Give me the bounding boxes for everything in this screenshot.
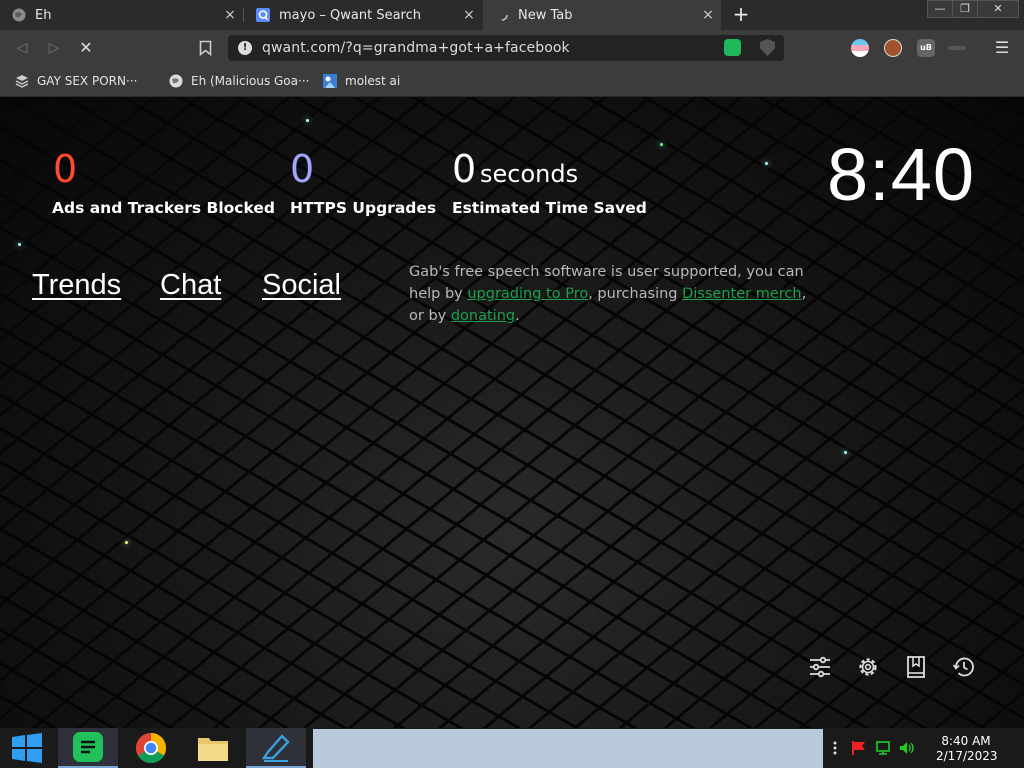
ads-blocked-count: 0 — [53, 147, 78, 191]
tab-close-button[interactable]: × — [221, 7, 239, 23]
minimize-button[interactable]: — — [927, 0, 953, 18]
dissenter-extension-icon[interactable] — [724, 39, 741, 56]
time-saved-unit: seconds — [480, 160, 579, 188]
chat-link[interactable]: Chat — [160, 269, 221, 302]
tab-eh[interactable]: Eh × — [0, 0, 243, 30]
bookmark-label: GAY SEX PORN··· — [37, 74, 138, 88]
ublock-icon[interactable]: uB — [917, 39, 935, 57]
gab-support-message: Gab's free speech software is user suppo… — [409, 261, 809, 327]
globe-icon — [169, 74, 183, 88]
background-sparkle — [844, 451, 847, 454]
background-sparkle — [765, 162, 768, 165]
bookmark-item[interactable]: Eh (Malicious Goa··· — [169, 66, 309, 96]
back-button[interactable]: ◁ — [12, 38, 32, 58]
flag-icon[interactable] — [851, 740, 867, 756]
chrome-icon — [135, 733, 167, 764]
info-icon[interactable]: ! — [238, 41, 252, 55]
gab-dissenter-icon — [73, 732, 103, 762]
pride-flag-extension-icon[interactable] — [851, 39, 869, 57]
background-sparkle — [306, 119, 309, 122]
background-sparkle — [125, 541, 128, 544]
url-input[interactable]: qwant.com/?q=grandma+got+a+facebook — [262, 40, 570, 56]
sliders-icon[interactable] — [807, 654, 833, 680]
time-saved-label: Estimated Time Saved — [452, 199, 647, 217]
bookmarks-bar: GAY SEX PORN··· Eh (Malicious Goa··· mol… — [0, 66, 1024, 97]
dissenter-merch-link[interactable]: Dissenter merch — [682, 286, 801, 302]
bookmark-icon[interactable] — [199, 40, 212, 56]
stop-loading-button[interactable]: ✕ — [76, 38, 96, 58]
background-sparkle — [660, 143, 663, 146]
tab-bar: Eh × mayo – Qwant Search × New Tab × + —… — [0, 0, 1024, 30]
bookmark-item[interactable]: molest ai — [323, 66, 400, 96]
clock-time: 8:40 AM — [941, 734, 991, 748]
clock: 8:40 — [827, 133, 976, 216]
taskbar-chrome[interactable] — [121, 728, 181, 768]
volume-icon[interactable] — [899, 740, 915, 756]
stack-icon — [15, 75, 29, 88]
bookmark-label: molest ai — [345, 74, 401, 88]
history-icon[interactable] — [951, 654, 977, 680]
trends-link[interactable]: Trends — [32, 269, 121, 302]
taskbar-file-explorer[interactable] — [183, 728, 243, 768]
close-window-button[interactable]: ✕ — [977, 0, 1019, 18]
image-icon — [323, 74, 337, 88]
message-text: . — [515, 308, 520, 324]
new-tab-page: 0 Ads and Trackers Blocked 0 HTTPS Upgra… — [0, 97, 1024, 728]
tab-close-button[interactable]: × — [460, 7, 478, 23]
qwant-icon — [256, 8, 270, 22]
social-link[interactable]: Social — [262, 269, 341, 302]
tab-qwant[interactable]: mayo – Qwant Search × — [244, 0, 482, 30]
start-button[interactable] — [0, 728, 54, 768]
upgrade-pro-link[interactable]: upgrading to Pro — [467, 286, 588, 302]
ads-blocked-label: Ads and Trackers Blocked — [52, 199, 275, 217]
bookmark-item[interactable]: GAY SEX PORN··· — [15, 66, 137, 96]
message-text: , purchasing — [588, 286, 683, 302]
tab-title: Eh — [35, 7, 52, 23]
bookmark-label: Eh (Malicious Goa··· — [191, 74, 310, 88]
avatar-extension-icon[interactable] — [884, 39, 902, 57]
time-saved-count: 0 — [452, 147, 477, 191]
extension-icon[interactable] — [948, 46, 966, 50]
loading-icon — [496, 9, 508, 21]
clock-date: 2/17/2023 — [936, 749, 998, 763]
https-upgrades-label: HTTPS Upgrades — [290, 199, 437, 217]
taskbar-pen-tool[interactable] — [246, 728, 306, 768]
https-upgrades-count: 0 — [290, 147, 315, 191]
tab-new-tab[interactable]: New Tab × — [483, 0, 721, 30]
network-icon[interactable] — [875, 740, 891, 756]
forward-button[interactable]: ▷ — [44, 38, 64, 58]
settings-icon[interactable] — [855, 654, 881, 680]
maximize-button[interactable]: ❐ — [952, 0, 978, 18]
taskbar: 8:40 AM 2/17/2023 — [0, 728, 1024, 768]
taskbar-running-app[interactable] — [313, 729, 823, 768]
system-clock[interactable]: 8:40 AM 2/17/2023 — [936, 734, 998, 764]
background-sparkle — [18, 243, 21, 246]
tab-title: New Tab — [518, 7, 573, 23]
menu-icon[interactable]: ☰ — [992, 38, 1012, 58]
file-explorer-icon — [198, 738, 228, 761]
shield-icon[interactable] — [760, 39, 775, 56]
donating-link[interactable]: donating — [451, 308, 515, 324]
globe-icon — [12, 8, 26, 22]
windows-start-icon — [12, 733, 42, 763]
tab-close-button[interactable]: × — [699, 7, 717, 23]
navigation-bar: ◁ ▷ ✕ ! qwant.com/?q=grandma+got+a+faceb… — [0, 30, 1024, 66]
address-bar[interactable]: ! qwant.com/?q=grandma+got+a+facebook — [228, 35, 784, 61]
tab-title: mayo – Qwant Search — [279, 7, 422, 23]
more-icon[interactable] — [827, 740, 843, 756]
pen-tool-icon — [261, 734, 290, 762]
taskbar-gab-dissenter[interactable] — [58, 728, 118, 768]
new-tab-button[interactable]: + — [730, 4, 752, 26]
bookmarks-icon[interactable] — [903, 654, 929, 680]
